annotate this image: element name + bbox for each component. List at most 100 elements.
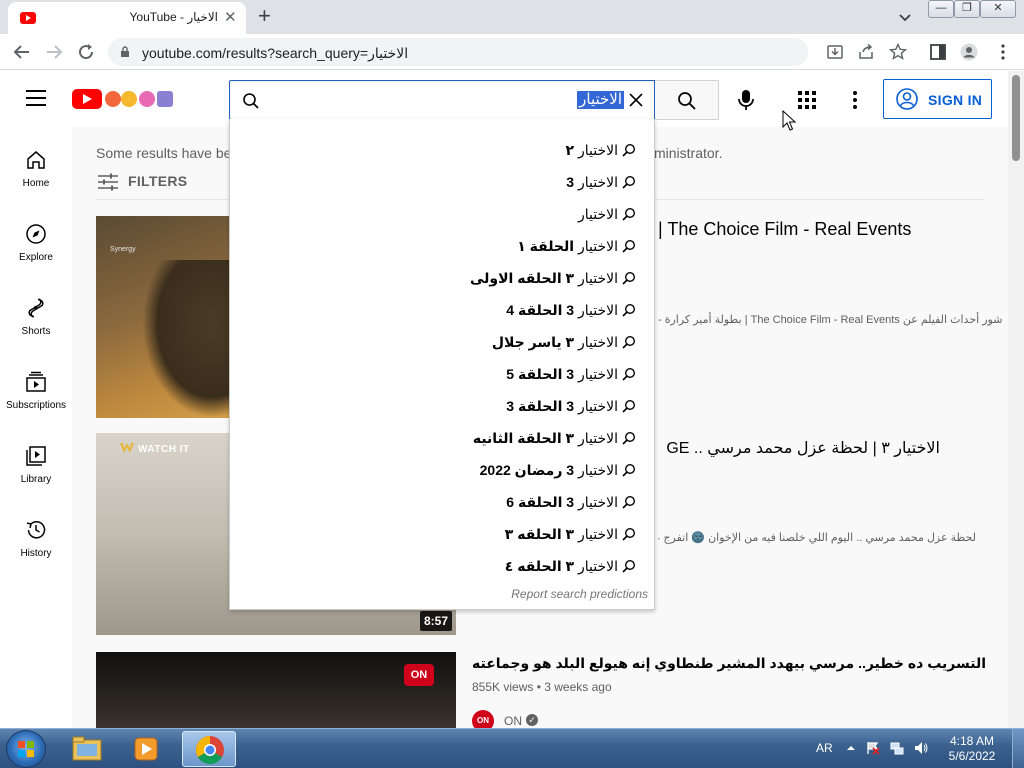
search-suggestion-item[interactable]: الاختيار ٢ (238, 134, 636, 166)
suggestion-completion: 3 الحلقة 3 (506, 398, 578, 414)
apps-grid-icon[interactable] (797, 90, 817, 110)
forward-arrow-icon[interactable] (44, 42, 64, 62)
chrome-menu-icon[interactable] (994, 43, 1012, 61)
windows-taskbar: AR 4:18 AM 5/6/2022 (0, 728, 1024, 768)
browser-tab[interactable]: YouTube - الاخيار ✕ (8, 2, 246, 34)
search-icon (622, 463, 636, 477)
subscriptions-icon (26, 371, 46, 392)
guide-item-history[interactable]: History (0, 519, 72, 589)
share-icon[interactable] (857, 43, 875, 61)
shorts-icon (28, 298, 44, 318)
url-text: youtube.com/results?search_query=الاختيا… (142, 45, 409, 61)
video-title[interactable]: التسريب ده خطير.. مرسي بيهدد المشير طنطا… (472, 655, 986, 672)
volume-icon[interactable] (914, 741, 928, 755)
taskbar-media-player[interactable] (120, 731, 174, 767)
suggestion-prefix: الاختيار (577, 238, 618, 254)
search-suggestion-item[interactable]: الاختيار ٣ الحلقة الثانيه (238, 422, 636, 454)
suggestion-prefix: الاختيار (577, 558, 618, 574)
guide-label: Explore (19, 252, 53, 263)
system-clock[interactable]: 4:18 AM 5/6/2022 (940, 734, 1004, 764)
guide-item-library[interactable]: Library (0, 445, 72, 515)
clock-date: 5/6/2022 (948, 749, 996, 763)
restricted-notice-start: Some results have be (96, 145, 232, 161)
restore-window-button[interactable]: ❐ (954, 0, 980, 18)
show-hidden-icons-icon[interactable] (844, 741, 858, 755)
action-center-flag-icon[interactable] (866, 741, 880, 755)
search-suggestion-item[interactable]: الاختيار 3 (238, 166, 636, 198)
youtube-logo[interactable] (72, 89, 102, 109)
search-icon (622, 143, 636, 157)
guide-item-explore[interactable]: Explore (0, 223, 72, 293)
search-suggestion-item[interactable]: الاختيار 3 الحلقة 5 (238, 358, 636, 390)
lock-icon[interactable] (120, 46, 130, 57)
search-suggestion-item[interactable]: الاختيار 3 الحلقة 3 (238, 390, 636, 422)
video-title[interactable]: | The Choice Film - Real Events (658, 219, 911, 240)
doodle-flower-icon[interactable] (121, 91, 137, 107)
minimize-window-button[interactable]: — (928, 0, 954, 18)
tab-close-icon[interactable]: ✕ (224, 8, 237, 26)
search-suggestion-item[interactable]: الاختيار 3 الحلقة 6 (238, 486, 636, 518)
network-icon[interactable] (890, 741, 904, 755)
address-bar[interactable]: youtube.com/results?search_query=الاختيا… (108, 38, 808, 66)
search-suggestion-item[interactable]: الاختيار 3 الحلقة 4 (238, 294, 636, 326)
suggestion-completion: ٣ الحلقه الاولى (469, 270, 578, 286)
sign-in-button[interactable]: SIGN IN (883, 79, 992, 119)
search-icon (622, 559, 636, 573)
chrome-icon (196, 736, 224, 764)
show-desktop-button[interactable] (1012, 729, 1024, 768)
bookmark-star-icon[interactable] (889, 43, 907, 61)
microphone-icon[interactable] (738, 89, 754, 111)
suggestion-prefix: الاختيار (577, 270, 618, 286)
search-suggestion-item[interactable]: الاختيار 3 رمضان 2022 (238, 454, 636, 486)
search-icon (622, 335, 636, 349)
suggestion-prefix: الاختيار (577, 174, 618, 190)
report-search-predictions-link[interactable]: Report search predictions (511, 587, 648, 601)
clear-search-icon[interactable] (628, 92, 644, 108)
doodle-flower-icon[interactable] (139, 91, 155, 107)
search-suggestion-item[interactable]: الاختيار (238, 198, 636, 230)
doodle-lotus-icon[interactable] (157, 91, 173, 107)
guide-label: Library (20, 474, 52, 485)
start-button[interactable] (6, 730, 46, 768)
install-app-icon[interactable] (826, 43, 844, 61)
search-suggestion-item[interactable]: الاختيار ٣ الحلقه ٣ (238, 518, 636, 550)
new-tab-button[interactable]: + (258, 4, 271, 28)
search-suggestion-item[interactable]: الاختيار الحلقة ١ (238, 230, 636, 262)
scrollbar-thumb[interactable] (1012, 75, 1020, 161)
search-button[interactable] (655, 80, 719, 120)
reload-icon[interactable] (76, 42, 96, 62)
guide-item-home[interactable]: Home (0, 149, 72, 219)
hamburger-menu-icon[interactable] (26, 90, 46, 106)
search-icon (622, 239, 636, 253)
suggestion-completion: ٣ الحلقه ٣ (504, 526, 578, 542)
tab-strip: YouTube - الاخيار ✕ + — ❐ ✕ (0, 0, 1024, 34)
vertical-scrollbar[interactable] (1008, 71, 1024, 728)
search-query-text: الاختيار (577, 91, 624, 109)
back-arrow-icon[interactable] (12, 42, 32, 62)
video-thumbnail[interactable]: ON (96, 652, 456, 732)
search-input[interactable]: الاختيار (229, 80, 655, 120)
input-language-indicator[interactable]: AR (816, 741, 833, 755)
search-suggestion-item[interactable]: الاختيار ٣ الحلقه ٤ (238, 550, 636, 582)
youtube-favicon-icon (20, 12, 36, 24)
profile-icon[interactable] (960, 43, 978, 61)
search-suggestion-item[interactable]: الاختيار ٣ الحلقه الاولى (238, 262, 636, 294)
tab-search-chevron-icon[interactable] (897, 9, 913, 25)
more-options-icon[interactable] (852, 90, 858, 110)
suggestion-completion: ٣ الحلقه ٤ (504, 558, 578, 574)
suggestion-prefix: الاختيار (577, 430, 618, 446)
side-panel-icon[interactable] (929, 43, 947, 61)
doodle-flower-icon[interactable] (105, 91, 121, 107)
close-window-button[interactable]: ✕ (980, 0, 1016, 18)
mini-guide: Home Explore Shorts Subscriptions Librar… (0, 127, 72, 728)
guide-item-subscriptions[interactable]: Subscriptions (0, 371, 72, 441)
search-icon (622, 431, 636, 445)
taskbar-explorer[interactable] (60, 731, 114, 767)
search-suggestion-item[interactable]: الاختيار ٣ ياسر جلال (238, 326, 636, 358)
suggestion-prefix: الاختيار (577, 526, 618, 542)
suggestion-completion: 3 رمضان 2022 (479, 462, 578, 478)
channel-name[interactable]: ON (504, 714, 522, 728)
taskbar-chrome[interactable] (182, 731, 236, 767)
guide-item-shorts[interactable]: Shorts (0, 297, 72, 367)
video-title[interactable]: الاختيار ٣ | لحظة عزل محمد مرسي .. GE (658, 438, 940, 458)
